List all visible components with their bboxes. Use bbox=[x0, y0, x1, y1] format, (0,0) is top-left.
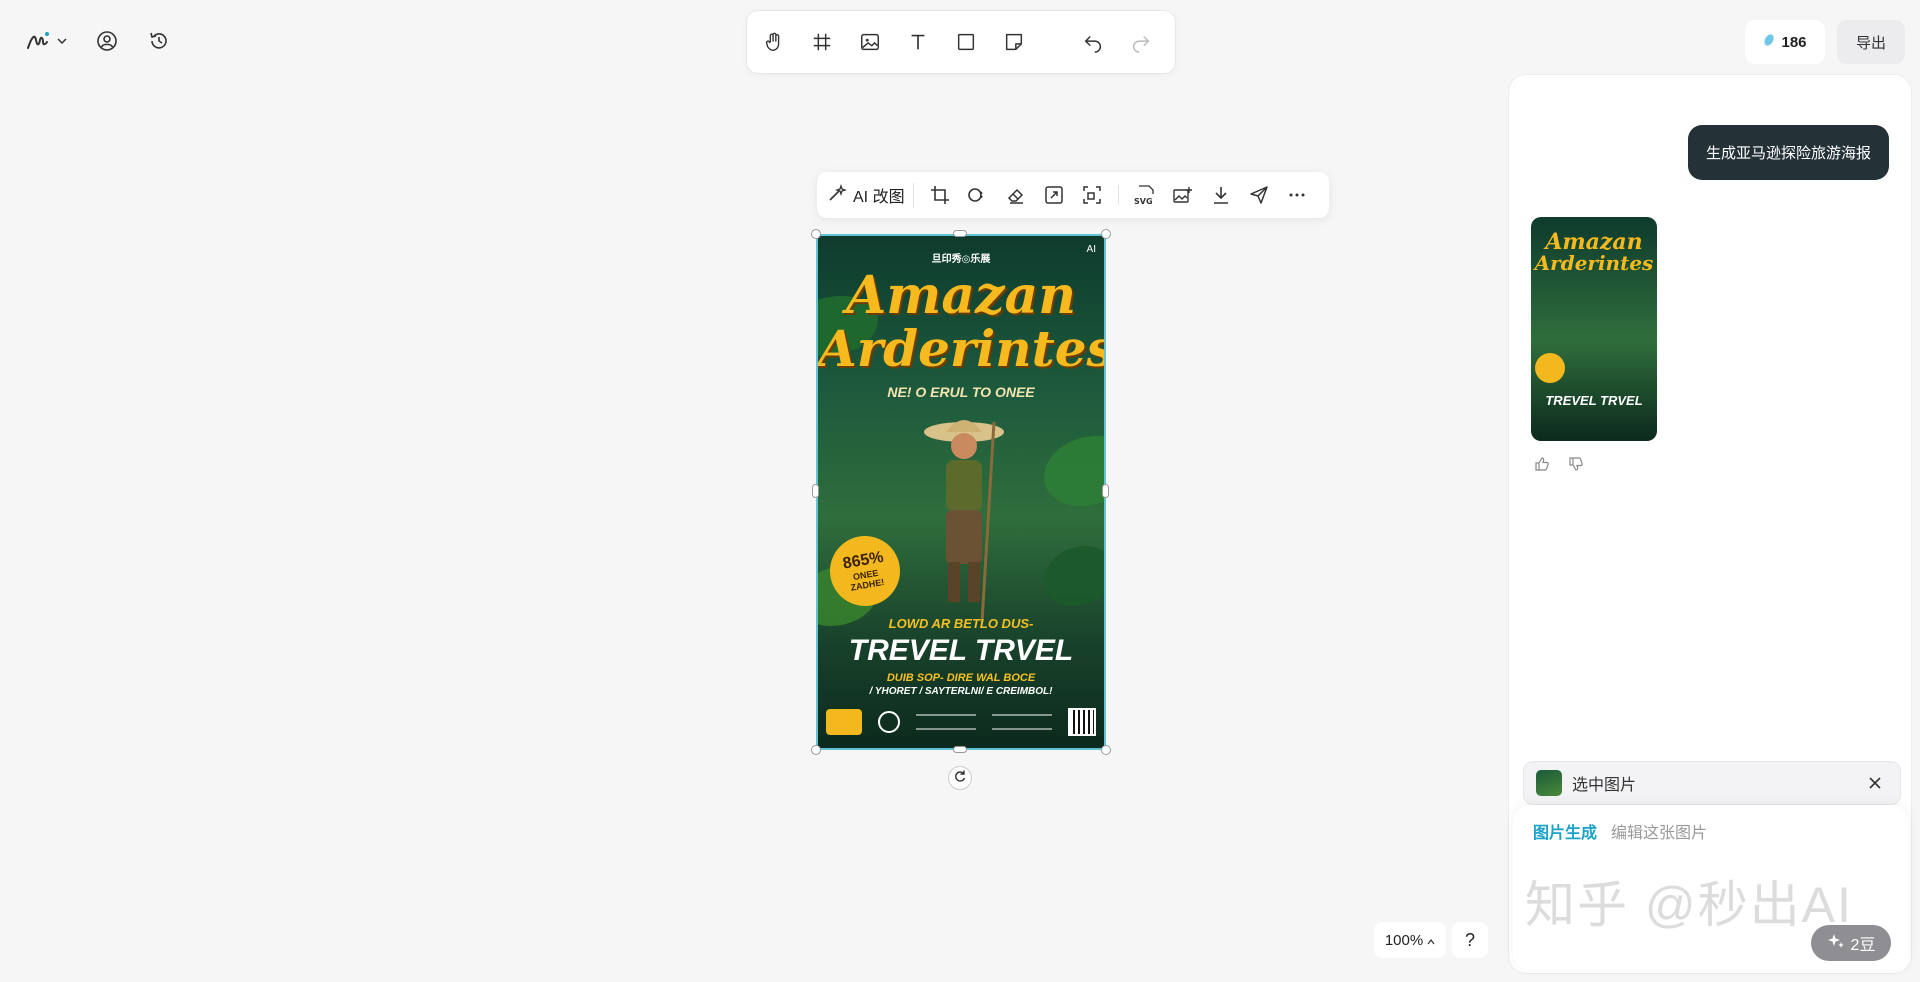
canvas-poster-image[interactable]: 旦印秀◎乐展 AI Amazan Arderintes NE! O ERUL T… bbox=[816, 234, 1106, 750]
selected-image-thumbnail bbox=[1536, 770, 1562, 796]
ai-edit-button[interactable]: AI 改图 bbox=[827, 182, 914, 208]
qr-code bbox=[1068, 708, 1096, 736]
generate-button[interactable]: 2豆 bbox=[1811, 925, 1891, 961]
poster-line3: DUIB SOP- DIRE WAL BOCE bbox=[886, 672, 1036, 684]
poster-subtitle: NE! O ERUL TO ONEE bbox=[887, 384, 1035, 400]
rectangle-icon[interactable] bbox=[953, 29, 979, 55]
tab-edit-image[interactable]: 编辑这张图片 bbox=[1611, 819, 1707, 843]
credits-value: 186 bbox=[1781, 33, 1807, 51]
help-button[interactable]: ? bbox=[1452, 922, 1488, 958]
footer-text-block bbox=[916, 714, 976, 730]
explorer-figure bbox=[924, 420, 1004, 623]
chevron-down-icon[interactable] bbox=[56, 28, 68, 54]
poster-line2: TREVEL TRVEL bbox=[848, 634, 1074, 667]
resize-handle-top-left[interactable] bbox=[811, 229, 821, 239]
poster: 旦印秀◎乐展 AI Amazan Arderintes NE! O ERUL T… bbox=[818, 236, 1104, 748]
upscale-icon[interactable] bbox=[1080, 183, 1104, 207]
feedback-row bbox=[1533, 455, 1585, 473]
poster-brand: 旦印秀◎乐展 bbox=[931, 254, 991, 265]
thumbs-up-icon[interactable] bbox=[1533, 455, 1551, 473]
resize-handle-top[interactable] bbox=[953, 230, 967, 237]
history-icon[interactable] bbox=[146, 28, 172, 54]
footer-logo bbox=[826, 709, 862, 735]
thumb-title2: Arderintes bbox=[1534, 251, 1654, 275]
export-button[interactable]: 导出 bbox=[1837, 20, 1905, 64]
close-icon[interactable] bbox=[1862, 770, 1888, 796]
resize-handle-bottom-left[interactable] bbox=[811, 745, 821, 755]
user-icon[interactable] bbox=[94, 28, 120, 54]
eraser-icon[interactable] bbox=[1004, 183, 1028, 207]
chevron-up-icon bbox=[1427, 932, 1435, 949]
svg-icon[interactable]: SVG bbox=[1133, 183, 1157, 207]
sparkle-icon bbox=[1827, 932, 1845, 955]
app-menu[interactable] bbox=[26, 28, 68, 54]
expand-icon[interactable] bbox=[1042, 183, 1066, 207]
poster-line4: / YHORET / SAYTERLNI/ E CREIMBOL! bbox=[869, 686, 1053, 697]
user-message: 生成亚马逊探险旅游海报 bbox=[1687, 125, 1889, 180]
chat-panel: 生成亚马逊探险旅游海报 Amazan Arderintes TREVEL TRV… bbox=[1508, 74, 1912, 974]
image-context-toolbar: AI 改图 SVG bbox=[817, 172, 1329, 218]
bean-icon bbox=[1763, 33, 1775, 51]
credits-badge[interactable]: 186 bbox=[1745, 20, 1825, 64]
poster-title-line2: Arderintes bbox=[818, 319, 1104, 378]
watermark: 知乎 @秒出AI bbox=[1525, 877, 1853, 933]
poster-title-line1: Amazan bbox=[845, 265, 1077, 326]
resize-handle-right[interactable] bbox=[1102, 484, 1109, 498]
image-adjust-icon[interactable] bbox=[1171, 183, 1195, 207]
mode-tabs: 图片生成 编辑这张图片 bbox=[1533, 819, 1707, 843]
sticky-note-icon[interactable] bbox=[1001, 29, 1027, 55]
download-icon[interactable] bbox=[1209, 183, 1233, 207]
send-icon[interactable] bbox=[1247, 183, 1271, 207]
resize-handle-top-right[interactable] bbox=[1101, 229, 1111, 239]
thumb-line2: TREVEL TRVEL bbox=[1545, 393, 1643, 408]
generate-cost: 2豆 bbox=[1850, 937, 1876, 954]
poster-footer bbox=[826, 706, 1096, 738]
more-icon[interactable] bbox=[1285, 183, 1309, 207]
undo-icon[interactable] bbox=[1080, 29, 1106, 55]
compass-icon bbox=[878, 711, 900, 733]
tab-image-generate[interactable]: 图片生成 bbox=[1533, 819, 1597, 843]
image-icon[interactable] bbox=[857, 29, 883, 55]
hand-icon[interactable] bbox=[761, 29, 787, 55]
ai-tag: AI bbox=[1086, 244, 1096, 255]
header-left bbox=[26, 28, 172, 54]
zoom-control[interactable]: 100% bbox=[1374, 922, 1446, 958]
zoom-level: 100% bbox=[1384, 931, 1424, 949]
resize-handle-left[interactable] bbox=[812, 484, 819, 498]
text-icon[interactable] bbox=[905, 29, 931, 55]
generated-image-thumbnail[interactable]: Amazan Arderintes TREVEL TRVEL bbox=[1531, 217, 1657, 441]
thumbs-down-icon[interactable] bbox=[1567, 455, 1585, 473]
toolbar-separator bbox=[1053, 30, 1054, 54]
magic-wand-icon bbox=[827, 183, 848, 208]
crop-icon[interactable] bbox=[928, 183, 952, 207]
frame-icon[interactable] bbox=[809, 29, 835, 55]
svg-label: SVG bbox=[1134, 197, 1153, 206]
resize-handle-bottom[interactable] bbox=[953, 746, 967, 753]
cutout-icon[interactable] bbox=[966, 183, 990, 207]
resize-handle-bottom-right[interactable] bbox=[1101, 745, 1111, 755]
footer-text-block bbox=[992, 714, 1052, 730]
pen-logo-icon[interactable] bbox=[26, 28, 52, 54]
ai-edit-label: AI 改图 bbox=[853, 189, 905, 206]
redo-icon[interactable] bbox=[1128, 29, 1154, 55]
prompt-input-area[interactable]: 图片生成 编辑这张图片 知乎 @秒出AI 2豆 bbox=[1513, 805, 1909, 971]
thumb-title1: Amazan bbox=[1545, 229, 1643, 255]
main-toolbar bbox=[746, 10, 1176, 74]
rotate-handle[interactable] bbox=[948, 766, 972, 790]
toolbar-divider bbox=[1117, 185, 1119, 205]
selected-image-label: 选中图片 bbox=[1572, 777, 1637, 794]
thumb-badge bbox=[1535, 353, 1565, 383]
poster-line1: LOWD AR BETLO DUS- bbox=[888, 616, 1034, 631]
rotate-icon bbox=[953, 769, 967, 788]
selected-image-bar: 选中图片 bbox=[1523, 761, 1901, 805]
